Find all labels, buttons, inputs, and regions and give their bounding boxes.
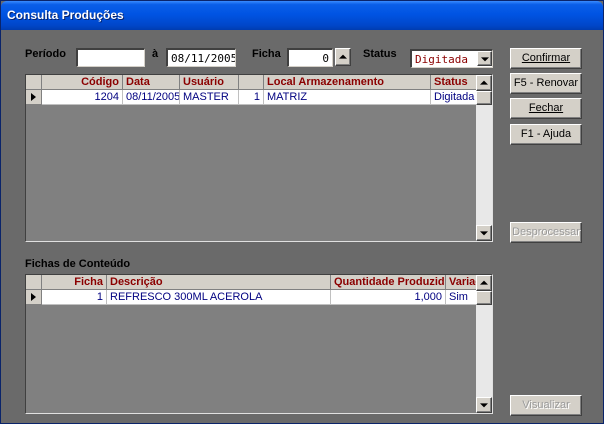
scroll-up-button[interactable] — [476, 275, 492, 291]
column-header-codigo[interactable]: Código — [42, 75, 123, 90]
row-indicator[interactable] — [26, 290, 42, 305]
table-cell[interactable]: 1 — [42, 290, 107, 305]
chevron-down-icon — [480, 231, 488, 236]
grid-corner — [26, 75, 42, 90]
table-cell[interactable]: Sim — [446, 290, 480, 305]
a-label: à — [152, 48, 159, 60]
fichas-grid[interactable]: Ficha Descrição Quantidade Produzida Var… — [25, 274, 493, 414]
grid-corner — [26, 275, 42, 290]
ficha-spin-up-button[interactable] — [335, 48, 351, 66]
status-dropdown-button[interactable] — [477, 51, 492, 66]
column-header-descricao[interactable]: Descrição — [107, 275, 331, 290]
main-window: Consulta Produções Período à 08/11/2005 … — [0, 0, 604, 424]
renovar-button[interactable]: F5 - Renovar — [510, 73, 582, 94]
scroll-thumb[interactable] — [476, 91, 492, 105]
ajuda-button[interactable]: F1 - Ajuda — [510, 124, 582, 145]
fechar-button-label: Fechar — [528, 102, 564, 114]
column-header-local[interactable]: Local Armazenamento — [264, 75, 431, 90]
periodo-label: Período — [25, 48, 66, 60]
table-cell[interactable]: 08/11/2005 — [123, 90, 180, 105]
chevron-up-icon — [339, 54, 347, 59]
column-header-data[interactable]: Data — [123, 75, 180, 90]
column-header-quantidade[interactable]: Quantidade Produzida — [331, 275, 446, 290]
table-cell[interactable]: 1204 — [42, 90, 123, 105]
status-label: Status — [363, 48, 397, 60]
fichas-section-label: Fichas de Conteúdo — [25, 258, 131, 270]
chevron-down-icon — [480, 56, 489, 61]
table-cell[interactable]: 1 — [239, 90, 264, 105]
scroll-up-button[interactable] — [476, 75, 492, 91]
producoes-grid[interactable]: Código Data Usuário Local Armazenamento … — [25, 74, 493, 242]
row-pointer-icon — [31, 293, 36, 301]
column-header-status[interactable]: Status — [431, 75, 478, 90]
column-header-variacoes[interactable]: Variações — [446, 275, 480, 290]
ficha-label: Ficha — [252, 48, 281, 60]
column-header-ficha[interactable]: Ficha — [42, 275, 107, 290]
table-cell[interactable]: REFRESCO 300ML ACEROLA — [107, 290, 331, 305]
table-cell[interactable]: 1,000 — [331, 290, 446, 305]
column-header-usuario[interactable]: Usuário — [180, 75, 239, 90]
column-header-blank[interactable] — [239, 75, 264, 90]
periodo-end-input[interactable]: 08/11/2005 — [166, 48, 236, 67]
confirmar-button[interactable]: Confirmar — [510, 48, 582, 69]
producoes-scrollbar[interactable] — [476, 75, 492, 241]
scroll-down-button[interactable] — [476, 225, 492, 241]
ficha-input[interactable]: 0 — [287, 48, 333, 67]
table-cell[interactable]: MATRIZ — [264, 90, 431, 105]
confirmar-button-label: Confirmar — [521, 52, 571, 64]
periodo-start-input[interactable] — [76, 48, 145, 67]
chevron-down-icon — [480, 403, 488, 408]
title-bar[interactable]: Consulta Produções — [1, 1, 603, 30]
chevron-up-icon — [480, 280, 488, 285]
row-pointer-icon — [31, 93, 36, 101]
chevron-up-icon — [480, 80, 488, 85]
visualizar-button[interactable]: Visualizar — [510, 395, 582, 416]
fichas-scrollbar[interactable] — [476, 275, 492, 413]
row-indicator[interactable] — [26, 90, 42, 105]
desprocessar-button[interactable]: Desprocessar — [510, 222, 582, 243]
scroll-down-button[interactable] — [476, 397, 492, 413]
table-cell[interactable]: MASTER — [180, 90, 239, 105]
table-cell[interactable]: Digitada — [431, 90, 478, 105]
fechar-button[interactable]: Fechar — [510, 98, 582, 119]
window-title: Consulta Produções — [7, 8, 124, 22]
scroll-thumb[interactable] — [476, 291, 492, 305]
